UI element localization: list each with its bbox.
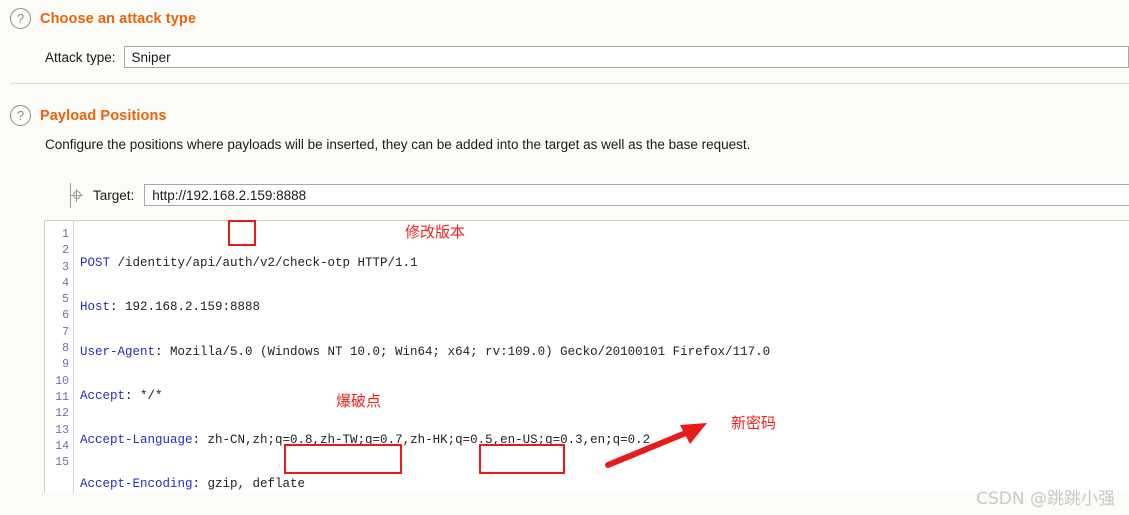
- code-method: POST: [80, 256, 111, 270]
- code-header-name: Accept: [80, 388, 126, 403]
- help-circle-icon[interactable]: ?: [10, 105, 31, 126]
- payload-positions-section-header: ? Payload Positions: [0, 105, 167, 126]
- burp-intruder-positions-page: ? Choose an attack type Attack type: Sni…: [0, 0, 1129, 515]
- request-editor[interactable]: 1 2 3 4 5 6 7 8 9 10 11 12 13 14 15 POST…: [44, 220, 1129, 493]
- code-line: Accept: */*: [80, 388, 1129, 404]
- line-number: 7: [62, 325, 69, 339]
- line-number: 15: [55, 456, 69, 470]
- code-line: Accept-Encoding: gzip, deflate: [80, 476, 1129, 492]
- code-text: : zh-CN,zh;q=0.8,zh-TW;q=0.7,zh-HK;q=0.5…: [192, 433, 651, 448]
- code-line: User-Agent: Mozilla/5.0 (Windows NT 10.0…: [80, 344, 1129, 360]
- code-line: POST /identity/api/auth/v2/check-otp HTT…: [80, 255, 1129, 271]
- code-line: Host: 192.168.2.159:8888: [80, 299, 1129, 315]
- target-label: Target:: [93, 187, 135, 203]
- code-header-name: Host: [80, 300, 111, 315]
- code-text: : gzip, deflate: [192, 477, 306, 492]
- attack-type-title: Choose an attack type: [40, 10, 197, 27]
- line-number: 9: [62, 358, 69, 372]
- annotation-arrow-icon: [605, 423, 707, 468]
- annotation-brute-force-point: 爆破点: [336, 392, 382, 410]
- code-text: : Mozilla/5.0 (Windows NT 10.0; Win64; x…: [155, 344, 771, 359]
- line-number: 6: [62, 309, 69, 323]
- help-circle-icon[interactable]: ?: [10, 8, 31, 29]
- code-header-name: Accept-Encoding: [80, 477, 193, 492]
- line-number: 11: [55, 390, 69, 404]
- line-number: 3: [62, 260, 69, 274]
- line-number: 12: [55, 407, 69, 421]
- code-text: : 192.168.2.159:8888: [110, 300, 261, 315]
- payload-positions-title: Payload Positions: [40, 107, 167, 124]
- annotation-modify-version: 修改版本: [405, 223, 466, 241]
- payload-positions-description: Configure the positions where payloads w…: [45, 137, 751, 152]
- line-number: 2: [62, 244, 69, 258]
- line-number: 4: [62, 276, 69, 290]
- attack-type-section-header: ? Choose an attack type: [0, 8, 196, 29]
- target-row: Target: http://192.168.2.159:8888: [58, 184, 1129, 206]
- line-number: 8: [62, 342, 69, 356]
- watermark: CSDN @跳跳小强: [976, 489, 1115, 509]
- line-number: 10: [55, 374, 69, 388]
- code-text: /identity/api/auth/v2/check-otp HTTP/1.1: [110, 256, 418, 270]
- code-header-name: User-Agent: [80, 344, 156, 359]
- line-number: 5: [62, 293, 69, 307]
- line-number: 13: [55, 423, 69, 437]
- attack-type-select[interactable]: Sniper: [123, 46, 1129, 68]
- line-number: 14: [55, 439, 69, 453]
- line-number-gutter: 1 2 3 4 5 6 7 8 9 10 11 12 13 14 15: [45, 221, 74, 493]
- target-input[interactable]: http://192.168.2.159:8888: [144, 184, 1129, 206]
- code-header-name: Accept-Language: [80, 433, 193, 448]
- line-number: 1: [62, 228, 69, 241]
- code-text: : */*: [125, 388, 163, 403]
- annotation-new-password: 新密码: [731, 414, 777, 432]
- attack-type-label: Attack type:: [45, 49, 116, 65]
- crosshair-icon: [70, 188, 83, 202]
- section-divider-1: [10, 83, 1129, 84]
- attack-type-row: Attack type: Sniper: [0, 46, 1129, 68]
